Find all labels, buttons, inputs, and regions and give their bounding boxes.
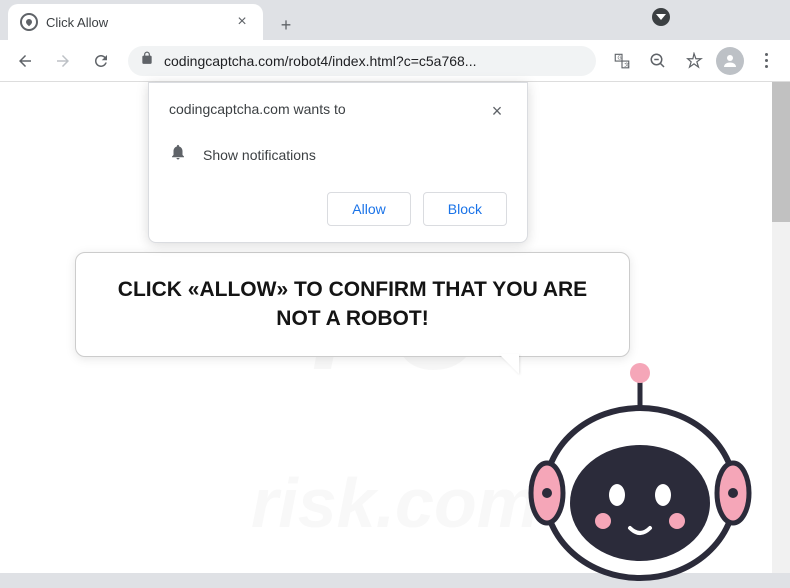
- notification-permission-dialog: codingcaptcha.com wants to × Show notifi…: [148, 82, 528, 243]
- address-bar[interactable]: codingcaptcha.com/robot4/index.html?c=c5…: [128, 46, 596, 76]
- vertical-scrollbar[interactable]: [772, 82, 790, 573]
- zoom-out-icon[interactable]: [642, 45, 674, 77]
- tab-close-button[interactable]: ×: [233, 13, 251, 31]
- profile-avatar[interactable]: [714, 45, 746, 77]
- bell-icon: [169, 143, 187, 166]
- allow-button[interactable]: Allow: [327, 192, 410, 226]
- url-text: codingcaptcha.com/robot4/index.html?c=c5…: [164, 53, 584, 69]
- tab-title: Click Allow: [46, 15, 225, 30]
- robot-illustration: [525, 353, 755, 583]
- block-button[interactable]: Block: [423, 192, 507, 226]
- permission-origin-text: codingcaptcha.com wants to: [169, 101, 346, 117]
- lock-icon: [140, 51, 154, 70]
- new-tab-button[interactable]: +: [271, 10, 301, 40]
- translate-icon[interactable]: G文: [606, 45, 638, 77]
- globe-icon: [20, 13, 38, 31]
- reload-button[interactable]: [84, 44, 118, 78]
- watermark-sub-text: risk.com: [251, 463, 539, 543]
- permission-close-button[interactable]: ×: [487, 101, 507, 121]
- media-indicator-icon[interactable]: [652, 8, 670, 26]
- forward-button[interactable]: [46, 44, 80, 78]
- back-button[interactable]: [8, 44, 42, 78]
- svg-text:G: G: [618, 55, 622, 61]
- bubble-message: CLICK «ALLOW» TO CONFIRM THAT YOU ARE NO…: [106, 275, 599, 334]
- bookmark-star-icon[interactable]: [678, 45, 710, 77]
- toolbar: codingcaptcha.com/robot4/index.html?c=c5…: [0, 40, 790, 82]
- scrollbar-thumb[interactable]: [772, 82, 790, 222]
- tab-strip: Click Allow × +: [0, 0, 790, 40]
- captcha-speech-bubble: CLICK «ALLOW» TO CONFIRM THAT YOU ARE NO…: [75, 252, 630, 357]
- permission-capability-text: Show notifications: [203, 147, 316, 163]
- page-content: PC risk.com codingcaptcha.com wants to ×…: [0, 82, 790, 573]
- browser-tab[interactable]: Click Allow ×: [8, 4, 263, 40]
- menu-button[interactable]: [750, 45, 782, 77]
